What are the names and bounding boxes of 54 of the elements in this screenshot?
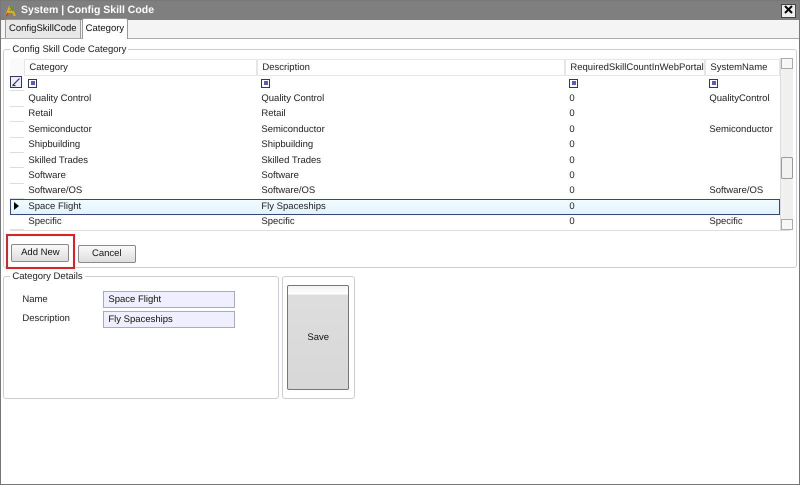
scroll-bar[interactable]	[780, 58, 794, 230]
save-button[interactable]: Save	[287, 285, 350, 390]
table-cell-text: 0	[568, 122, 576, 137]
table-cell-text: Specific	[27, 215, 63, 230]
table-cell-text: Quality Control	[260, 92, 326, 106]
table-cell-text: 0	[568, 184, 576, 198]
table-cell-text: Software/OS	[27, 184, 84, 198]
filter-icon[interactable]	[569, 78, 578, 88]
table-cell-text: QualityControl	[708, 92, 771, 106]
table-cell-text: 0	[568, 168, 576, 183]
table-cell-text: Quality Control	[27, 92, 92, 106]
tab[interactable]: Category	[82, 18, 128, 39]
table-cell-text: Semiconductor	[27, 122, 93, 137]
action-button[interactable]: Cancel	[78, 245, 136, 264]
table-cell-text: Software/OS	[708, 184, 764, 198]
field-label: Name	[22, 292, 49, 307]
column-header[interactable]: SystemName	[705, 58, 780, 76]
column-header[interactable]: Description	[257, 58, 566, 76]
input-field[interactable]: Space Flight	[103, 291, 236, 308]
table-cell-text: Space Flight	[27, 200, 82, 214]
current-row-icon	[14, 202, 20, 210]
table-cell-text: Retail	[260, 107, 287, 122]
table-cell-text: 0	[568, 92, 576, 106]
table-cell-text: Software	[27, 168, 67, 183]
table-cell-text: 0	[568, 107, 576, 122]
tab[interactable]: ConfigSkillCode	[5, 18, 81, 38]
table-cell-text: Skilled Trades	[260, 154, 322, 168]
window-title: System | Config Skill Code	[21, 2, 154, 18]
app-logo-icon	[4, 4, 17, 17]
table-cell-text: 0	[568, 138, 576, 152]
action-button[interactable]: Add New	[11, 244, 70, 262]
table-cell-text: Specific	[260, 215, 296, 230]
table-cell-text: Semiconductor	[260, 122, 326, 137]
table-cell-text: Fly Spaceships	[260, 200, 327, 214]
table-cell-text: Specific	[708, 215, 744, 230]
table-cell-text: Semiconductor	[708, 122, 774, 137]
table-cell-text: Skilled Trades	[27, 154, 90, 168]
table-cell-text: Retail	[27, 107, 54, 122]
field-label: Description	[22, 312, 71, 326]
table-cell-text: Shipbuilding	[260, 138, 314, 152]
column-header[interactable]: RequiredSkillCountInWebPortal	[565, 58, 706, 76]
filter-icon[interactable]	[709, 78, 718, 88]
close-button[interactable]	[781, 4, 796, 18]
input-field[interactable]: Fly Spaceships	[103, 310, 236, 328]
filter-icon[interactable]	[261, 78, 270, 88]
table-cell-text: 0	[568, 215, 576, 230]
table-cell-text: Shipbuilding	[27, 138, 82, 152]
table-cell-text: Software/OS	[260, 184, 316, 198]
column-header[interactable]: Category	[24, 58, 258, 76]
table-cell-text: Software	[260, 168, 300, 183]
close-icon	[784, 5, 793, 14]
filter-icon[interactable]	[28, 78, 38, 88]
table-cell-text: 0	[568, 200, 576, 214]
table-cell-text: 0	[568, 154, 576, 168]
